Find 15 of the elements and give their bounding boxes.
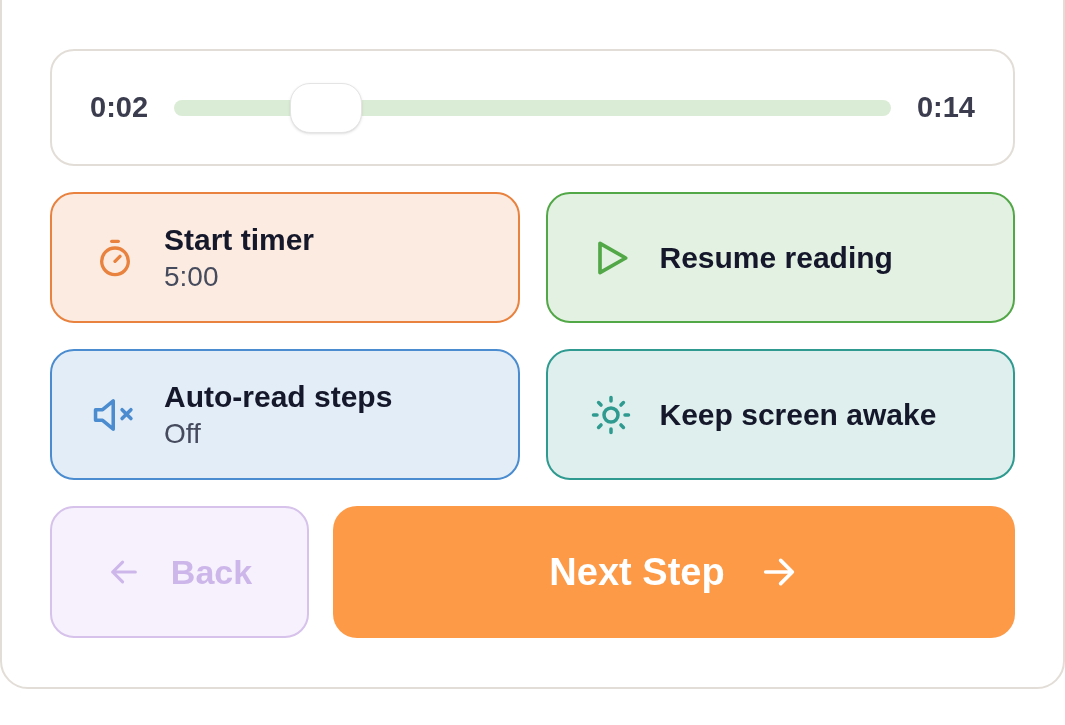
tile-title: Auto-read steps (164, 378, 393, 415)
action-tile[interactable]: Start timer 5:00 (50, 192, 520, 323)
action-tile[interactable]: Auto-read steps Off (50, 349, 520, 480)
elapsed-time: 0:02 (90, 89, 149, 125)
tile-title: Resume reading (659, 239, 893, 276)
tile-title: Start timer (164, 221, 315, 258)
progress-slider[interactable] (174, 82, 891, 133)
sun-icon (589, 393, 632, 436)
tile-status: Off (164, 416, 202, 451)
tile-title: Keep screen awake (659, 396, 937, 433)
action-tile[interactable]: Keep screen awake (545, 349, 1015, 480)
action-tile[interactable]: Resume reading (545, 192, 1015, 323)
total-time: 0:14 (916, 89, 975, 125)
slider-thumb[interactable] (290, 82, 363, 133)
tile-status: 5:00 (164, 259, 220, 294)
